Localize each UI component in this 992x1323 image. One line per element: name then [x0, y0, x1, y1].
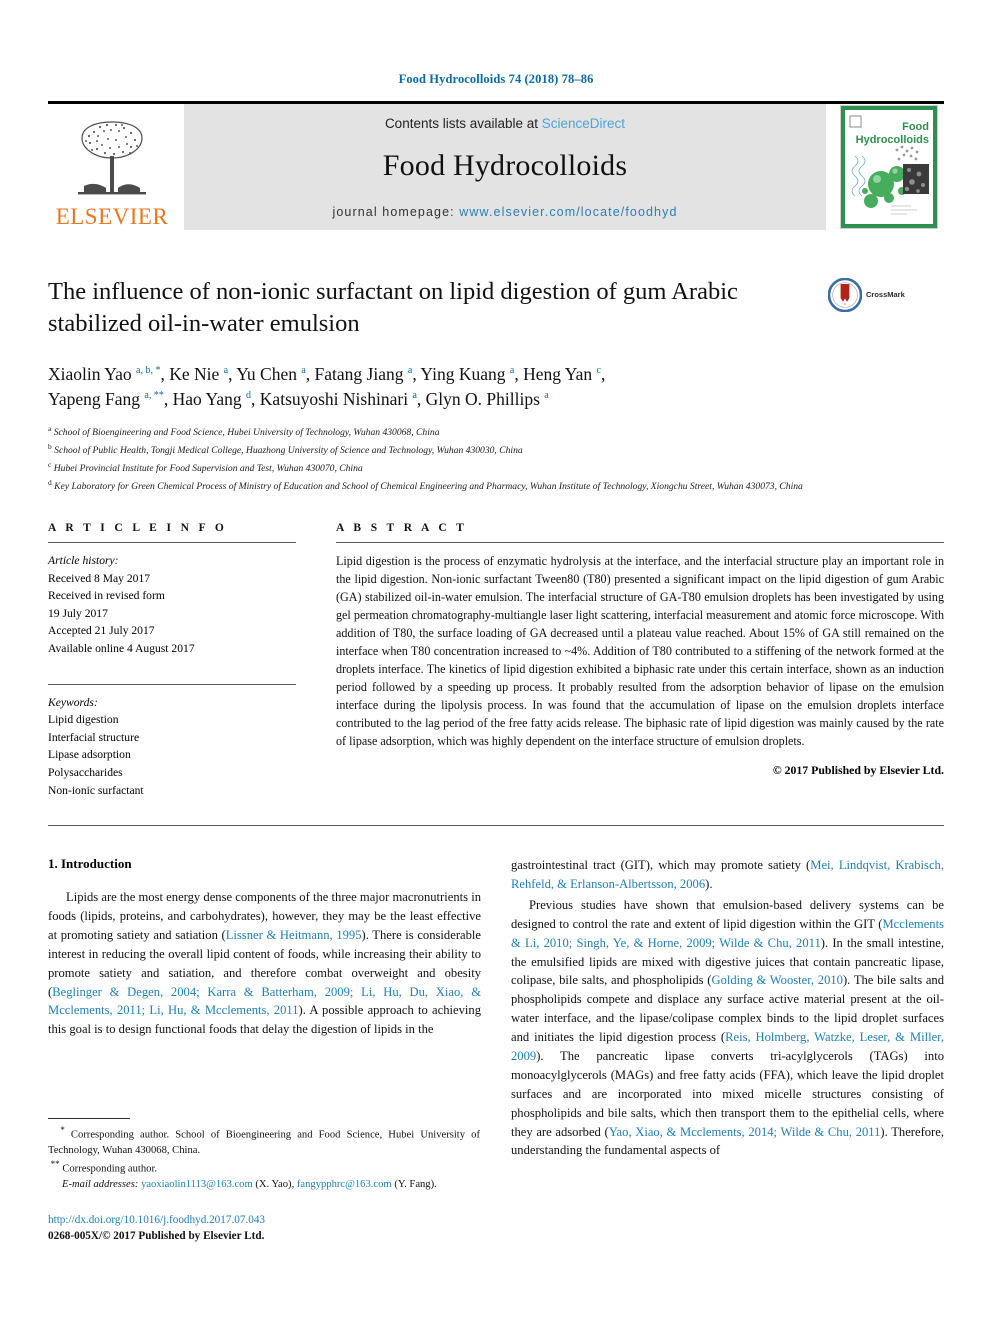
author-line-2: Yapeng Fang a, **, Hao Yang d, Katsuyosh… — [48, 388, 549, 409]
body-column-left: 1. Introduction Lipids are the most ener… — [48, 856, 481, 1162]
affiliation-text: School of Bioengineering and Food Scienc… — [53, 427, 440, 439]
sciencedirect-banner: Contents lists available at ScienceDirec… — [184, 104, 826, 230]
affiliation-list: a School of Bioengineering and Food Scie… — [48, 423, 944, 494]
contents-available-line: Contents lists available at ScienceDirec… — [385, 116, 625, 131]
affiliation-text: School of Public Health, Tongji Medical … — [54, 445, 523, 457]
citation-link[interactable]: Golding & Wooster, 2010 — [711, 973, 843, 987]
elsevier-logo: ELSEVIER — [48, 104, 176, 230]
crossmark-badge[interactable]: CrossMark — [828, 278, 920, 312]
article-history-line: Accepted 21 July 2017 — [48, 624, 155, 638]
article-history-line: Received in revised form — [48, 589, 165, 603]
journal-title: Food Hydrocolloids — [382, 148, 628, 182]
sciencedirect-link[interactable]: ScienceDirect — [542, 116, 625, 131]
svg-text:Hydrocolloids: Hydrocolloids — [856, 134, 929, 146]
footnote-text: Corresponding author. School of Bioengin… — [48, 1129, 480, 1156]
author-list: Xiaolin Yao a, b, *, Ke Nie a, Yu Chen a… — [48, 362, 944, 412]
section-heading-introduction: 1. Introduction — [48, 856, 132, 872]
footnote-marker: ** — [50, 1159, 60, 1170]
journal-masthead: ELSEVIER Contents lists available at Sci… — [48, 101, 944, 230]
author-line-1: Xiaolin Yao a, b, *, Ke Nie a, Yu Chen a… — [48, 363, 606, 384]
abstract-heading: A B S T R A C T — [336, 522, 468, 535]
email-link-1[interactable]: yaoxiaolin1113@163.com — [141, 1179, 253, 1190]
affiliation-text: Hubei Provincial Institute for Food Supe… — [53, 463, 363, 474]
running-head: Food Hydrocolloids 74 (2018) 78–86 — [398, 72, 594, 86]
keyword-item: Polysaccharides — [48, 765, 123, 779]
affiliation-item: d Key Laboratory for Green Chemical Proc… — [48, 477, 803, 492]
crossmark-label: CrossMark — [866, 290, 905, 300]
article-page: Food Hydrocolloids 74 (2018) 78–86 ELSEV… — [0, 0, 992, 1323]
intro-paragraph-right-1: gastrointestinal tract (GIT), which may … — [511, 856, 944, 894]
journal-cover-art: Food Hydrocolloids — [841, 106, 937, 228]
homepage-prefix: journal homepage: — [332, 204, 460, 219]
email-link-2[interactable]: fangypphrc@163.com — [297, 1179, 392, 1190]
divider — [48, 683, 296, 685]
keyword-item: Interfacial structure — [48, 730, 140, 744]
elsevier-tree-icon — [78, 121, 146, 195]
footer-block: http://dx.doi.org/10.1016/j.foodhyd.2017… — [48, 1212, 480, 1244]
section-divider — [48, 825, 944, 827]
keyword-item: Lipid digestion — [48, 713, 119, 727]
issn-copyright: 0268-005X/© 2017 Published by Elsevier L… — [48, 1230, 265, 1243]
footnote-rule — [48, 1118, 130, 1119]
page-title: The influence of non-ionic surfactant on… — [48, 278, 738, 337]
email-owner-2: (Y. Fang). — [394, 1179, 437, 1191]
abstract-column: A B S T R A C T Lipid digestion is the p… — [336, 522, 944, 799]
body-columns: 1. Introduction Lipids are the most ener… — [48, 856, 944, 1162]
journal-homepage-line: journal homepage: www.elsevier.com/locat… — [332, 205, 677, 219]
affiliation-item: b School of Public Health, Tongji Medica… — [48, 442, 523, 457]
elsevier-wordmark: ELSEVIER — [55, 204, 169, 229]
doi-link[interactable]: http://dx.doi.org/10.1016/j.foodhyd.2017… — [48, 1212, 480, 1228]
footnote-marker: * — [60, 1125, 65, 1135]
abstract-copyright: © 2017 Published by Elsevier Ltd. — [772, 763, 944, 778]
citation-link[interactable]: Lissner & Heitmann, 1995 — [226, 928, 362, 942]
crossmark-icon — [828, 278, 862, 312]
title-row: The influence of non-ionic surfactant on… — [48, 276, 944, 340]
intro-paragraph-right-2: Previous studies have shown that emulsio… — [511, 896, 944, 1160]
divider — [336, 542, 944, 544]
keywords-title: Keywords: — [48, 695, 98, 709]
article-history-title: Article history: — [48, 554, 119, 568]
paragraph-text: ). — [705, 877, 713, 892]
body-column-right: gastrointestinal tract (GIT), which may … — [511, 856, 944, 1162]
journal-cover-image: Food Hydrocolloids — [840, 105, 938, 229]
keywords-block: Keywords: Lipid digestion Interfacial st… — [48, 683, 296, 799]
divider — [48, 542, 296, 544]
affiliation-item: a School of Bioengineering and Food Scie… — [48, 424, 440, 439]
keyword-item: Lipase adsorption — [48, 748, 131, 762]
abstract-text: Lipid digestion is the process of enzyma… — [336, 554, 944, 749]
info-abstract-section: A R T I C L E I N F O Article history: R… — [48, 522, 944, 799]
email-owner-1: (X. Yao) — [255, 1179, 292, 1191]
footnote-emails: E-mail addresses: yaoxiaolin1113@163.com… — [62, 1179, 437, 1191]
paragraph-text: gastrointestinal tract (GIT), which may … — [511, 858, 811, 873]
affiliation-text: Key Laboratory for Green Chemical Proces… — [54, 480, 803, 492]
footnote-text: Corresponding author. — [62, 1163, 158, 1175]
contents-prefix: Contents lists available at — [384, 115, 542, 131]
affiliation-item: c Hubei Provincial Institute for Food Su… — [48, 459, 363, 474]
article-history-line: 19 July 2017 — [48, 606, 108, 620]
article-history-line: Available online 4 August 2017 — [48, 642, 195, 656]
keyword-item: Non-ionic surfactant — [48, 783, 144, 797]
citation-link[interactable]: Yao, Xiao, & Mcclements, 2014; Wilde & C… — [609, 1125, 881, 1139]
footnote-corresponding-2: ** Corresponding author. — [48, 1158, 480, 1177]
email-label: E-mail addresses: — [62, 1179, 139, 1191]
journal-homepage-link[interactable]: www.elsevier.com/locate/foodhyd — [459, 205, 677, 219]
article-info-column: A R T I C L E I N F O Article history: R… — [48, 522, 296, 799]
svg-text:Food: Food — [902, 121, 929, 133]
intro-paragraph-left: Lipids are the most energy dense compone… — [48, 888, 481, 1039]
paragraph-text: Previous studies have shown that emulsio… — [511, 897, 944, 931]
footnotes-block: * Corresponding author. School of Bioeng… — [48, 1118, 480, 1193]
footnote-corresponding-1: * Corresponding author. School of Bioeng… — [48, 1124, 480, 1158]
article-info-heading: A R T I C L E I N F O — [48, 522, 228, 535]
article-history-line: Received 8 May 2017 — [48, 571, 151, 585]
journal-cover-thumbnail[interactable]: Food Hydrocolloids — [834, 104, 944, 230]
